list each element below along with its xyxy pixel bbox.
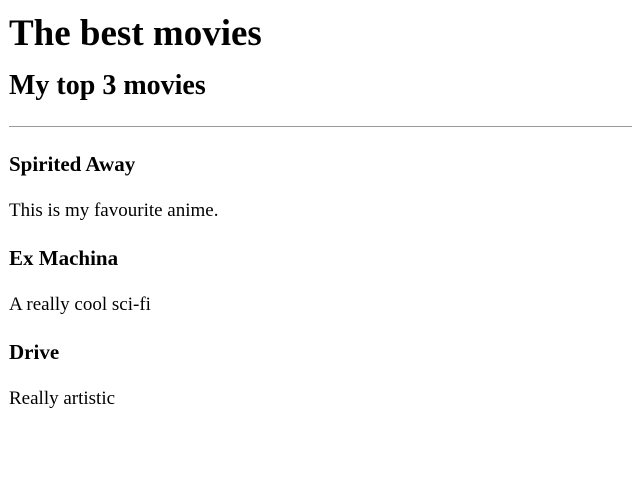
movie-description: Really artistic — [9, 388, 116, 409]
movie-description: A really cool sci-fi — [9, 294, 151, 315]
movie-description: This is my favourite anime. — [9, 200, 219, 221]
page-subtitle: My top 3 movies — [9, 70, 206, 101]
movie-item-drive: Drive Really artistic — [9, 339, 632, 410]
movie-item-ex-machina: Ex Machina A really cool sci-fi — [9, 245, 632, 316]
movie-item-spirited-away: Spirited Away This is my favourite anime… — [9, 151, 632, 222]
page-title: The best movies — [9, 13, 262, 54]
divider — [9, 126, 632, 127]
movie-title: Ex Machina — [9, 246, 119, 270]
movie-title: Drive — [9, 340, 60, 364]
movie-list: Spirited Away This is my favourite anime… — [9, 151, 632, 410]
page-content: The best movies My top 3 movies Spirited… — [0, 0, 632, 410]
movie-title: Spirited Away — [9, 152, 136, 176]
